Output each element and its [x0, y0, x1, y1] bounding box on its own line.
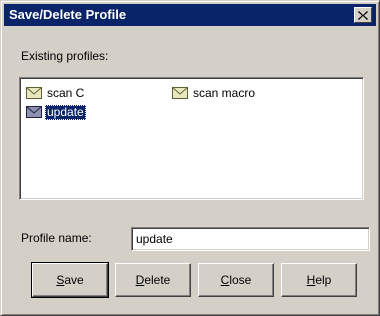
close-label-rest: lose: [229, 273, 252, 287]
envelope-icon: [26, 106, 42, 118]
save-button-label: Save: [56, 273, 83, 287]
close-window-button[interactable]: [354, 7, 372, 23]
save-button[interactable]: Save: [31, 262, 109, 298]
profile-name-input[interactable]: [131, 227, 370, 251]
delete-button-label: Delete: [136, 273, 171, 287]
help-button-label: Help: [307, 273, 332, 287]
close-button-label: Close: [221, 273, 252, 287]
profile-name-label: Profile name:: [21, 231, 92, 245]
list-item-scan-macro[interactable]: scan macro: [172, 85, 257, 101]
delete-label-rest: elete: [144, 273, 171, 287]
help-button[interactable]: Help: [281, 263, 357, 297]
list-item-scan-c[interactable]: scan C: [26, 85, 86, 101]
item-label: update: [45, 104, 86, 120]
list-item-update[interactable]: update: [26, 104, 86, 120]
close-icon: [358, 10, 368, 20]
save-delete-profile-dialog: Save/Delete Profile Existing profiles: s…: [0, 0, 380, 316]
item-label: scan macro: [193, 85, 256, 100]
envelope-icon: [172, 87, 188, 99]
item-label: scan C: [47, 85, 85, 100]
envelope-icon: [26, 87, 42, 99]
close-button[interactable]: Close: [198, 263, 274, 297]
profiles-listbox[interactable]: scan C scan macro update: [19, 77, 364, 200]
delete-button[interactable]: Delete: [115, 263, 191, 297]
save-label-rest: ave: [64, 273, 84, 287]
title-bar[interactable]: Save/Delete Profile: [4, 4, 376, 26]
existing-profiles-label: Existing profiles:: [21, 49, 109, 63]
window-title: Save/Delete Profile: [9, 7, 127, 22]
delete-mnemonic: D: [135, 273, 145, 287]
help-label-rest: elp: [315, 273, 332, 287]
